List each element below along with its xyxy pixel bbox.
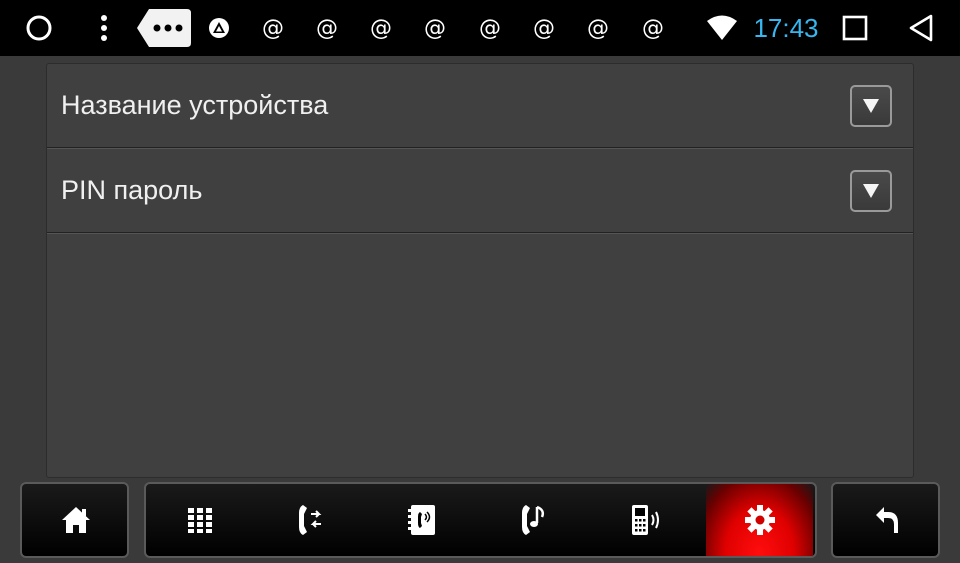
notification-at-icon: @ <box>533 15 555 41</box>
pin-password-label: PIN пароль <box>61 175 203 205</box>
settings-gear-icon[interactable] <box>706 484 813 556</box>
home-button[interactable] <box>20 482 129 558</box>
notification-at-icon: @ <box>642 15 664 41</box>
overflow-menu-icon[interactable] <box>92 0 116 56</box>
pin-password-row[interactable]: PIN пароль <box>47 149 913 233</box>
square-icon[interactable] <box>838 0 872 56</box>
bluetooth-settings-panel: Название устройства PIN пароль <box>46 63 914 478</box>
dropdown-arrow-icon[interactable] <box>850 84 892 127</box>
back-triangle-icon[interactable] <box>904 0 938 56</box>
dialpad-icon[interactable] <box>146 484 253 556</box>
chat-bubble-icon[interactable] <box>134 0 194 56</box>
notification-at-icon: @ <box>316 15 338 41</box>
device-name-label: Название устройства <box>61 90 329 120</box>
mobile-signal-icon[interactable] <box>593 484 700 556</box>
notification-at-icon: @ <box>479 15 501 41</box>
contacts-icon[interactable] <box>369 484 476 556</box>
bottom-tabbar <box>144 482 817 558</box>
warning-icon <box>206 0 232 56</box>
dropdown-arrow-icon[interactable] <box>850 169 892 212</box>
call-transfer-icon[interactable] <box>257 484 364 556</box>
circle-icon[interactable] <box>22 0 56 56</box>
notification-at-icon: @ <box>262 15 284 41</box>
notification-at-icon: @ <box>587 15 609 41</box>
notification-at-icon: @ <box>424 15 446 41</box>
back-arrow-icon <box>833 484 938 556</box>
device-name-row[interactable]: Название устройства <box>47 64 913 148</box>
notification-at-icon: @ <box>370 15 392 41</box>
clock-time: 17:43 <box>753 12 819 43</box>
home-icon <box>22 484 127 556</box>
back-button[interactable] <box>831 482 940 558</box>
music-phone-icon[interactable] <box>481 484 588 556</box>
status-bar: @ @ @ @ @ @ @ @ 17:43 <box>0 0 960 56</box>
wifi-icon <box>704 0 740 56</box>
